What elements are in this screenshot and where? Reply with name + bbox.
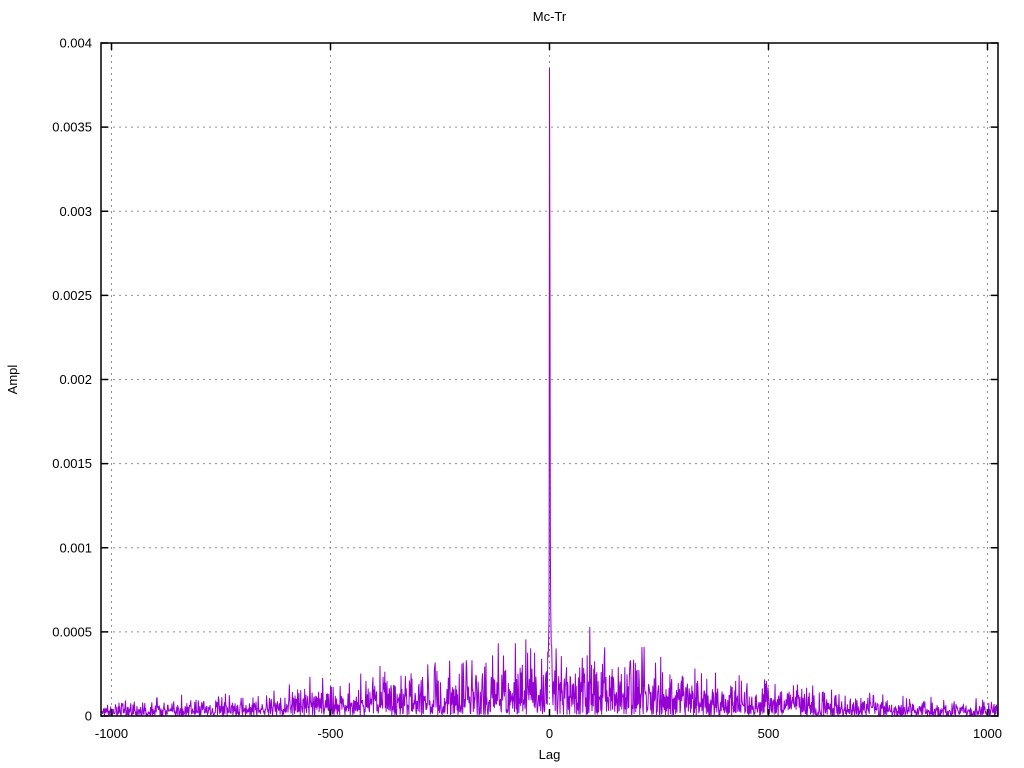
y-tick-label: 0 <box>85 709 92 724</box>
y-tick-label: 0.0005 <box>52 624 92 639</box>
y-tick-label: 0.0025 <box>52 288 92 303</box>
y-tick-label: 0.0015 <box>52 456 92 471</box>
chart-title: Mc-Tr <box>533 9 567 24</box>
y-axis-label: Ampl <box>5 365 20 395</box>
x-axis-label: Lag <box>539 747 561 762</box>
y-tick-label: 0.001 <box>59 540 92 555</box>
y-tick-label: 0.003 <box>59 204 92 219</box>
y-tick-label: 0.004 <box>59 36 92 51</box>
correlation-chart: -1000 -500 0 500 1000 0 0.0005 0.001 0.0015 0.00… <box>0 0 1024 768</box>
x-tick-label: 0 <box>546 726 553 741</box>
x-tick-label: -500 <box>317 726 343 741</box>
chart-window: -1000 -500 0 500 1000 0 0.0005 0.001 0.0015 0.00… <box>0 0 1024 768</box>
x-tick-label: 1000 <box>973 726 1002 741</box>
y-tick-label: 0.002 <box>59 372 92 387</box>
chart-background <box>0 0 1024 768</box>
y-tick-label: 0.0035 <box>52 120 92 135</box>
x-tick-label: 500 <box>758 726 780 741</box>
x-tick-label: -1000 <box>95 726 128 741</box>
